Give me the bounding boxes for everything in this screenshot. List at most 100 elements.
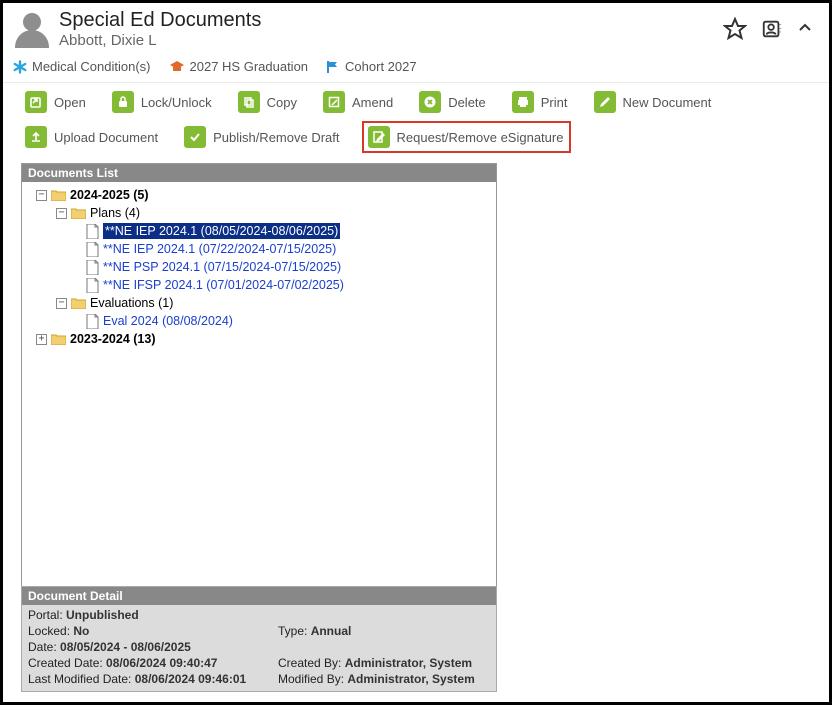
modified-by-value: Administrator, System	[347, 672, 474, 686]
copy-icon	[238, 91, 260, 113]
created-by-label: Created By:	[278, 656, 345, 670]
btn-label: Publish/Remove Draft	[213, 130, 339, 145]
tree-year-2024[interactable]: − 2024-2025 (5)	[26, 186, 492, 204]
document-detail-header: Document Detail	[22, 587, 496, 605]
tree-doc-label: **NE IFSP 2024.1 (07/01/2024-07/02/2025)	[103, 277, 344, 293]
page-header: Special Ed Documents Abbott, Dixie L	[3, 3, 829, 51]
action-bar-1: Open Lock/Unlock Copy Amend Delete	[3, 83, 829, 117]
created-date-label: Created Date:	[28, 656, 106, 670]
title-block: Special Ed Documents Abbott, Dixie L	[59, 9, 723, 49]
tree-doc-label: Eval 2024 (08/08/2024)	[103, 313, 233, 329]
btn-label: Upload Document	[54, 130, 158, 145]
tree-plans-folder[interactable]: − Plans (4)	[26, 204, 492, 222]
btn-label: Amend	[352, 95, 393, 110]
collapse-icon[interactable]: −	[36, 190, 47, 201]
tag-medical[interactable]: Medical Condition(s)	[13, 59, 151, 74]
date-value: 08/05/2024 - 08/06/2025	[60, 640, 191, 654]
tree-label: Plans (4)	[90, 205, 140, 221]
amend-button[interactable]: Amend	[319, 89, 397, 115]
pencil-icon	[594, 91, 616, 113]
page-title: Special Ed Documents	[59, 9, 723, 31]
new-document-button[interactable]: New Document	[590, 89, 716, 115]
lock-icon	[112, 91, 134, 113]
document-icon	[86, 314, 99, 329]
created-date-value: 08/06/2024 09:40:47	[106, 656, 217, 670]
type-value: Annual	[311, 624, 352, 638]
btn-label: Lock/Unlock	[141, 95, 212, 110]
tree-evaluations-folder[interactable]: − Evaluations (1)	[26, 294, 492, 312]
folder-icon	[71, 207, 86, 219]
request-remove-esignature-button[interactable]: Request/Remove eSignature	[362, 121, 572, 153]
graduation-icon	[169, 60, 185, 74]
btn-label: Delete	[448, 95, 486, 110]
upload-icon	[25, 126, 47, 148]
tree-label: 2024-2025 (5)	[70, 187, 149, 203]
upload-document-button[interactable]: Upload Document	[21, 124, 162, 150]
asterisk-icon	[13, 60, 27, 74]
btn-label: Open	[54, 95, 86, 110]
type-label: Type:	[278, 624, 311, 638]
print-icon	[512, 91, 534, 113]
document-detail-panel: Document Detail Portal: Unpublished Lock…	[21, 586, 497, 692]
tree-doc-label: **NE PSP 2024.1 (07/15/2024-07/15/2025)	[103, 259, 341, 275]
documents-list-header: Documents List	[22, 164, 496, 182]
tag-cohort[interactable]: Cohort 2027	[326, 59, 417, 74]
locked-value: No	[73, 624, 89, 638]
btn-label: Copy	[267, 95, 297, 110]
open-button[interactable]: Open	[21, 89, 90, 115]
tag-label: Cohort 2027	[345, 59, 417, 74]
tree-label: 2023-2024 (13)	[70, 331, 155, 347]
tree-year-2023[interactable]: + 2023-2024 (13)	[26, 330, 492, 348]
tag-graduation[interactable]: 2027 HS Graduation	[169, 59, 309, 74]
date-label: Date:	[28, 640, 60, 654]
delete-icon	[419, 91, 441, 113]
modified-date-value: 08/06/2024 09:46:01	[135, 672, 246, 686]
btn-label: New Document	[623, 95, 712, 110]
documents-list-panel: Documents List − 2024-2025 (5) − Plans (…	[21, 163, 497, 597]
btn-label: Request/Remove eSignature	[397, 130, 564, 145]
star-icon[interactable]	[723, 17, 747, 41]
chevron-up-icon[interactable]	[797, 20, 813, 39]
tree-doc-psp[interactable]: **NE PSP 2024.1 (07/15/2024-07/15/2025)	[26, 258, 492, 276]
btn-label: Print	[541, 95, 568, 110]
tree-doc-iep-2[interactable]: **NE IEP 2024.1 (07/22/2024-07/15/2025)	[26, 240, 492, 258]
expand-icon[interactable]: +	[36, 334, 47, 345]
tag-label: 2027 HS Graduation	[190, 59, 309, 74]
tree-doc-label: **NE IEP 2024.1 (08/05/2024-08/06/2025)	[103, 223, 340, 239]
collapse-icon[interactable]: −	[56, 208, 67, 219]
tree-doc-eval[interactable]: Eval 2024 (08/08/2024)	[26, 312, 492, 330]
print-button[interactable]: Print	[508, 89, 572, 115]
copy-button[interactable]: Copy	[234, 89, 301, 115]
tree-label: Evaluations (1)	[90, 295, 173, 311]
document-icon	[86, 224, 99, 239]
collapse-icon[interactable]: −	[56, 298, 67, 309]
created-by-value: Administrator, System	[345, 656, 472, 670]
document-icon	[86, 260, 99, 275]
open-icon	[25, 91, 47, 113]
lock-unlock-button[interactable]: Lock/Unlock	[108, 89, 216, 115]
portal-value: Unpublished	[66, 608, 139, 622]
folder-icon	[51, 333, 66, 345]
modified-date-label: Last Modified Date:	[28, 672, 135, 686]
document-icon	[86, 278, 99, 293]
tree-doc-label: **NE IEP 2024.1 (07/22/2024-07/15/2025)	[103, 241, 336, 257]
tree-doc-ifsp[interactable]: **NE IFSP 2024.1 (07/01/2024-07/02/2025)	[26, 276, 492, 294]
flag-icon	[326, 60, 340, 74]
avatar-icon	[13, 10, 51, 48]
portal-label: Portal:	[28, 608, 66, 622]
folder-icon	[51, 189, 66, 201]
tree-doc-iep-1[interactable]: **NE IEP 2024.1 (08/05/2024-08/06/2025)	[26, 222, 492, 240]
amend-icon	[323, 91, 345, 113]
id-card-icon[interactable]	[761, 18, 783, 40]
student-name: Abbott, Dixie L	[59, 32, 723, 49]
tag-bar: Medical Condition(s) 2027 HS Graduation …	[3, 51, 829, 83]
app-frame: Special Ed Documents Abbott, Dixie L Med…	[0, 0, 832, 705]
documents-tree[interactable]: − 2024-2025 (5) − Plans (4) **NE IEP 202…	[22, 182, 496, 596]
check-icon	[184, 126, 206, 148]
modified-by-label: Modified By:	[278, 672, 347, 686]
esignature-icon	[368, 126, 390, 148]
folder-icon	[71, 297, 86, 309]
delete-button[interactable]: Delete	[415, 89, 490, 115]
document-icon	[86, 242, 99, 257]
publish-remove-draft-button[interactable]: Publish/Remove Draft	[180, 124, 343, 150]
